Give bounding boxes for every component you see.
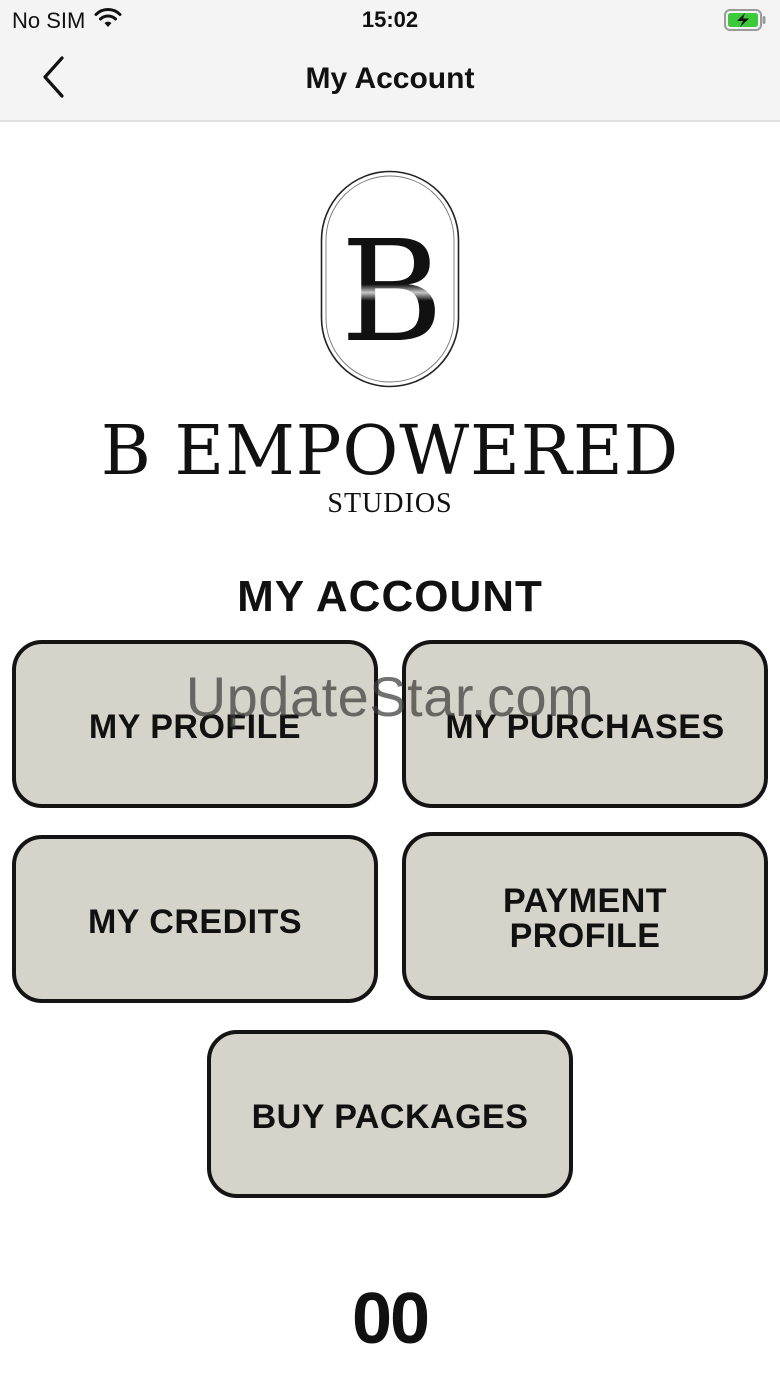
payment-profile-label-line2: PROFILE bbox=[509, 917, 661, 955]
brand-logo: B bbox=[0, 168, 780, 398]
navigation-bar: My Account bbox=[0, 42, 780, 122]
buy-packages-label: BUY PACKAGES bbox=[251, 1098, 529, 1137]
logo-emblem-icon: B bbox=[320, 170, 460, 388]
buy-packages-button[interactable]: BUY PACKAGES bbox=[207, 1030, 573, 1198]
my-profile-label: MY PROFILE bbox=[88, 708, 302, 747]
my-credits-button[interactable]: MY CREDITS bbox=[12, 835, 378, 1003]
svg-text:B: B bbox=[341, 211, 444, 374]
my-profile-button[interactable]: MY PROFILE bbox=[12, 640, 378, 808]
status-bar: No SIM 15:02 bbox=[0, 0, 780, 42]
clock: 15:02 bbox=[361, 7, 419, 32]
payment-profile-label-line1: PAYMENT bbox=[502, 881, 668, 920]
section-title: MY ACCOUNT bbox=[237, 572, 543, 621]
counter-value: 00 bbox=[351, 1279, 430, 1359]
my-credits-label: MY CREDITS bbox=[87, 903, 303, 942]
nav-title: My Account bbox=[305, 62, 475, 95]
brand-name: B EMPOWERED bbox=[100, 412, 680, 491]
payment-profile-button[interactable]: PAYMENT PROFILE bbox=[402, 832, 768, 1000]
brand-subtitle: STUDIOS bbox=[327, 488, 453, 519]
my-purchases-button[interactable]: MY PURCHASES bbox=[402, 640, 768, 808]
battery-charging-icon bbox=[724, 9, 766, 31]
my-purchases-label: MY PURCHASES bbox=[445, 708, 725, 747]
payment-profile-label: PAYMENT PROFILE bbox=[502, 881, 668, 955]
